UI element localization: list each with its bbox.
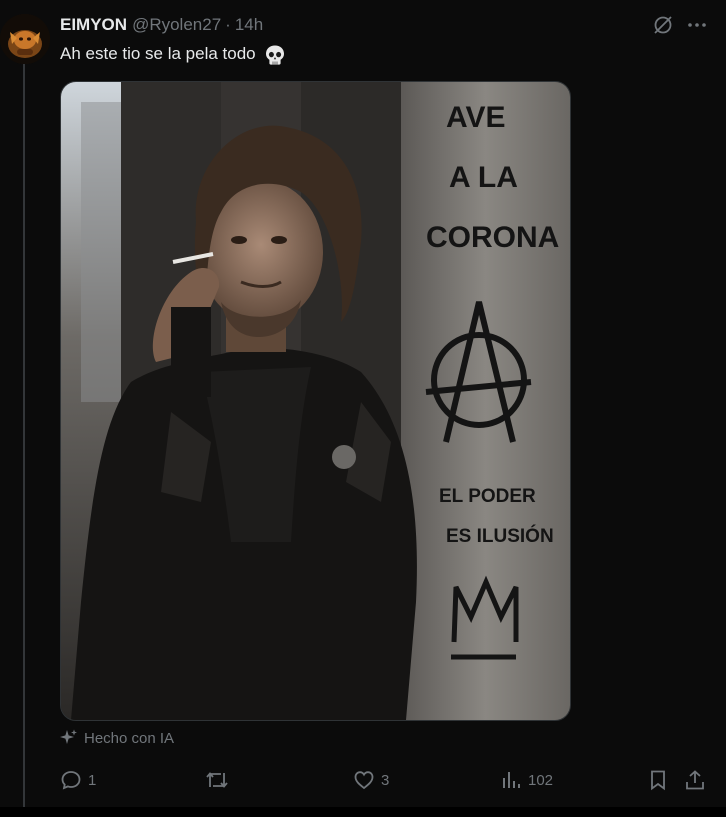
- action-bar: 1 3 102: [60, 766, 710, 794]
- retweet-icon: [205, 769, 229, 791]
- avatar[interactable]: [0, 14, 50, 64]
- tweet-header: EIMYON @Ryolen27 · 14h: [60, 14, 263, 36]
- views-count: 102: [528, 771, 554, 789]
- tweet-text: Ah este tio se la pela todo: [60, 43, 286, 66]
- views-icon: [500, 769, 522, 791]
- share-icon: [684, 769, 706, 791]
- like-button[interactable]: 3: [353, 766, 389, 794]
- graffiti-line-5: ES ILUSIÓN: [446, 525, 554, 547]
- views-button[interactable]: 102: [500, 766, 553, 794]
- graffiti-line-2: A LA: [449, 161, 518, 194]
- share-button[interactable]: [684, 766, 706, 794]
- tweet-image[interactable]: AVE A LA CORONA EL PODER ES ILUSIÓN: [60, 81, 571, 721]
- graffiti-line-1: AVE: [446, 101, 505, 134]
- reply-icon: [60, 769, 82, 791]
- grok-icon[interactable]: [652, 14, 674, 36]
- retweet-button[interactable]: [205, 766, 235, 794]
- timestamp[interactable]: 14h: [235, 15, 263, 35]
- author-name[interactable]: EIMYON: [60, 15, 127, 35]
- header-separator: ·: [225, 15, 231, 34]
- like-icon: [353, 769, 375, 791]
- ai-label-text: Hecho con IA: [84, 729, 175, 747]
- more-icon[interactable]: [686, 14, 708, 36]
- thread-line: [23, 62, 25, 807]
- reply-count: 1: [88, 771, 97, 789]
- graffiti-line-4: EL PODER: [439, 486, 536, 507]
- bookmark-button[interactable]: [647, 766, 669, 794]
- sparkle-icon: [60, 729, 78, 747]
- tweet-post: EIMYON @Ryolen27 · 14h Ah este tio se la…: [0, 0, 726, 817]
- skull-emoji: [264, 44, 286, 66]
- ai-generated-label[interactable]: Hecho con IA: [60, 729, 174, 747]
- bottom-divider: [0, 807, 726, 817]
- like-count: 3: [381, 771, 390, 789]
- top-actions: [652, 14, 708, 36]
- tweet-text-content: Ah este tio se la pela todo: [60, 44, 256, 63]
- bookmark-icon: [647, 769, 669, 791]
- author-handle[interactable]: @Ryolen27: [132, 15, 221, 35]
- graffiti-line-3: CORONA: [426, 221, 559, 254]
- reply-button[interactable]: 1: [60, 766, 96, 794]
